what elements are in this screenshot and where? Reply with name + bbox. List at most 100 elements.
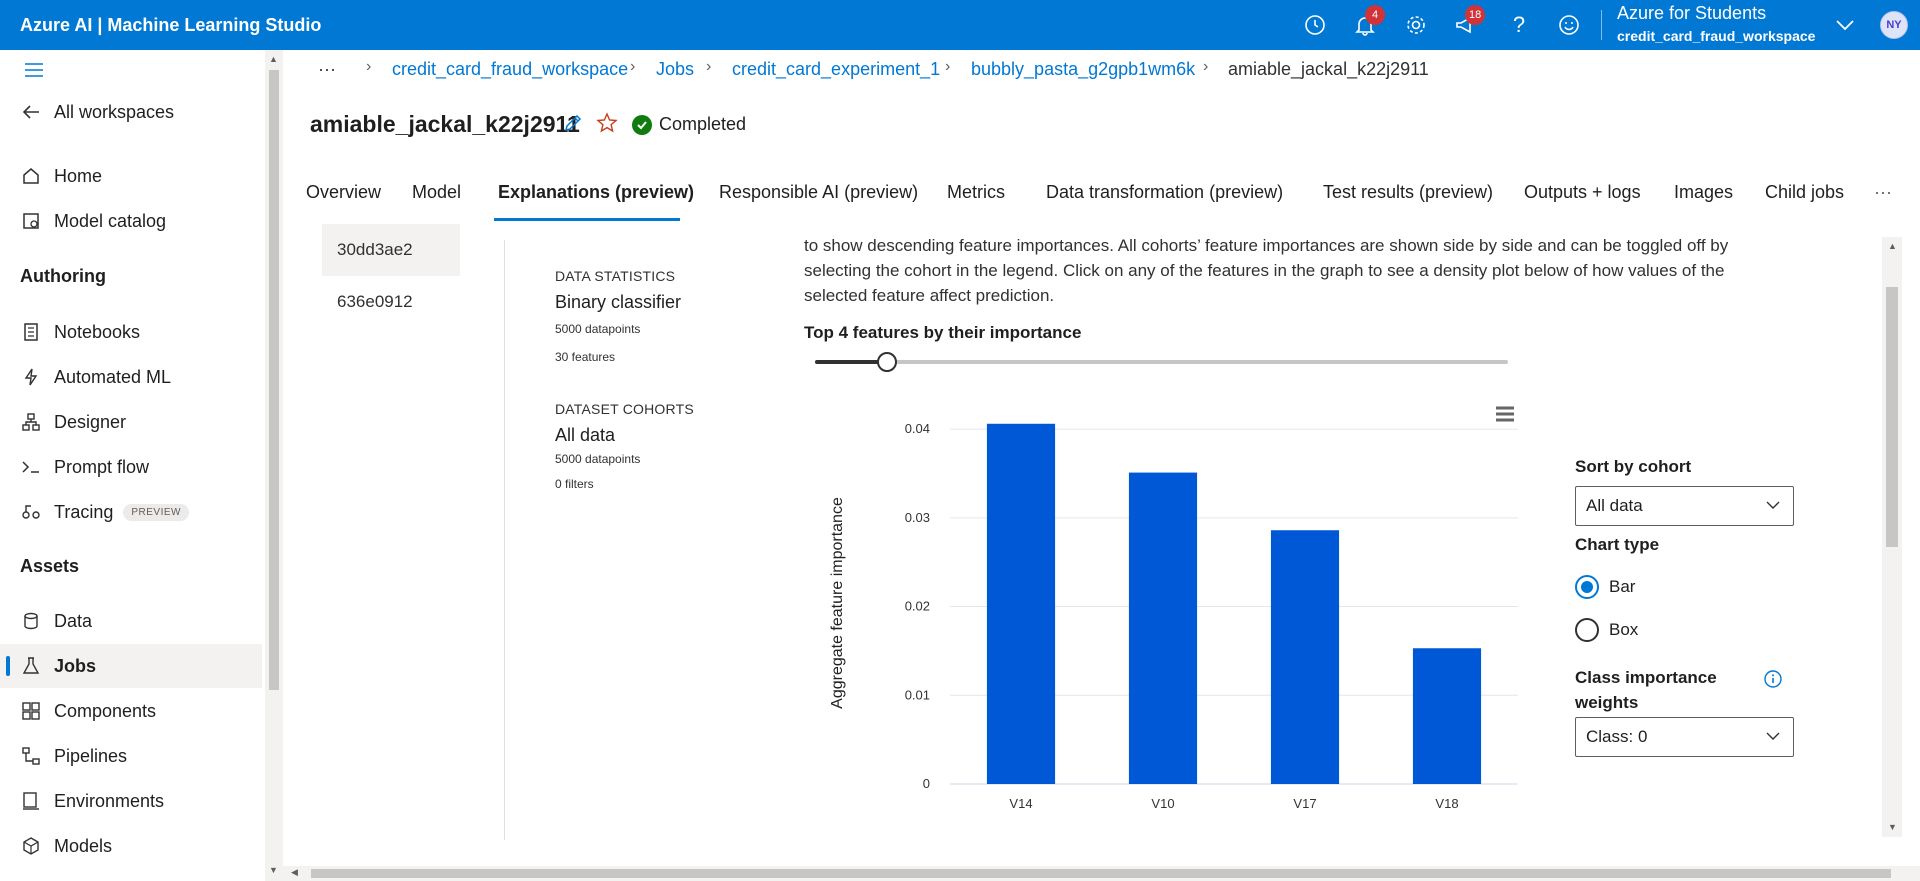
tab-overview[interactable]: Overview xyxy=(306,182,381,203)
account-workspace[interactable]: credit_card_fraud_workspace xyxy=(1617,28,1815,44)
top-features-slider[interactable] xyxy=(815,352,1508,372)
feedback-smiley-icon[interactable] xyxy=(1554,10,1584,40)
chart-type-box-radio[interactable]: Box xyxy=(1575,618,1638,642)
chart-type-bar-radio[interactable]: Bar xyxy=(1575,575,1635,599)
list-item[interactable]: 30dd3ae2 xyxy=(322,224,460,276)
sidebar-item-models[interactable]: Models xyxy=(0,824,262,868)
content-scrollbar-thumb[interactable] xyxy=(1886,287,1898,547)
sidebar-item-label: Tracing xyxy=(54,501,114,522)
announcements-button[interactable]: 18 xyxy=(1450,5,1486,40)
list-item[interactable]: 636e0912 xyxy=(322,276,460,328)
sidebar-item-pipelines[interactable]: Pipelines xyxy=(0,734,262,778)
tab-test-results[interactable]: Test results (preview) xyxy=(1323,182,1493,203)
sidebar-item-data[interactable]: Data xyxy=(0,599,262,643)
sidebar-item-notebooks[interactable]: Notebooks xyxy=(0,310,262,354)
slider-thumb[interactable] xyxy=(877,352,897,372)
tab-metrics[interactable]: Metrics xyxy=(947,182,1005,203)
preview-badge: PREVIEW xyxy=(123,503,189,521)
sidebar-item-label: Prompt flow xyxy=(54,456,150,477)
chart-menu-icon[interactable] xyxy=(1494,404,1516,424)
x-tick-label: V14 xyxy=(1009,796,1032,811)
feature-importance-chart: 0 0.01 0.02 0.03 0.04 V14 V10 V17 V18 Aggregate f… xyxy=(829,421,1518,811)
class-weights-label: weights xyxy=(1575,693,1639,712)
sidebar-scrollbar[interactable]: ▲ ▼ xyxy=(265,50,283,881)
breadcrumb-overflow[interactable]: ··· xyxy=(318,59,336,80)
horizontal-scrollbar-thumb[interactable] xyxy=(311,869,1891,878)
tab-images[interactable]: Images xyxy=(1674,182,1733,203)
classifier-type: Binary classifier xyxy=(555,292,682,312)
active-tab-indicator xyxy=(494,218,680,221)
radio-label: Box xyxy=(1609,620,1639,639)
bar-v14[interactable] xyxy=(986,423,1056,784)
scroll-up-icon[interactable]: ▲ xyxy=(269,54,278,64)
tracing-icon xyxy=(20,503,42,521)
x-tick-label: V18 xyxy=(1435,796,1458,811)
tab-data-transformation[interactable]: Data transformation (preview) xyxy=(1046,182,1283,203)
notifications-button[interactable]: 4 xyxy=(1350,5,1385,40)
sidebar-item-designer[interactable]: Designer xyxy=(0,400,262,444)
settings-icon[interactable] xyxy=(1401,10,1431,40)
radio-label: Bar xyxy=(1609,577,1636,596)
tab-explanations[interactable]: Explanations (preview) xyxy=(498,182,694,203)
sidebar-item-all-workspaces[interactable]: All workspaces xyxy=(0,90,262,134)
tab-outputs-logs[interactable]: Outputs + logs xyxy=(1524,182,1641,203)
panel-divider xyxy=(504,240,505,840)
favorite-star-icon[interactable] xyxy=(596,112,618,139)
notebook-icon xyxy=(20,323,42,341)
bar-v18[interactable] xyxy=(1412,648,1482,784)
sort-by-cohort-dropdown[interactable]: All data xyxy=(1575,486,1794,526)
sidebar-item-prompt-flow[interactable]: Prompt flow xyxy=(0,445,262,489)
x-tick-label: V10 xyxy=(1151,796,1174,811)
sidebar-item-jobs[interactable]: Jobs xyxy=(0,644,262,688)
back-arrow-icon xyxy=(20,104,42,120)
breadcrumb-parent-job[interactable]: bubbly_pasta_g2gpb1wm6k xyxy=(971,59,1195,80)
bar-v17[interactable] xyxy=(1270,530,1340,784)
scroll-left-icon[interactable]: ◀ xyxy=(291,867,298,878)
sidebar-item-label: Models xyxy=(54,835,113,856)
breadcrumb-jobs[interactable]: Jobs xyxy=(656,59,694,80)
tab-responsible-ai[interactable]: Responsible AI (preview) xyxy=(719,182,918,203)
scroll-down-icon[interactable]: ▼ xyxy=(269,865,278,875)
sidebar-item-environments[interactable]: Environments xyxy=(0,779,262,823)
status-badge: Completed xyxy=(659,114,747,134)
tab-child-jobs[interactable]: Child jobs xyxy=(1765,182,1844,203)
notifications-badge: 4 xyxy=(1365,5,1385,25)
tab-model[interactable]: Model xyxy=(412,182,461,203)
sidebar-item-model-catalog[interactable]: Model catalog xyxy=(0,199,262,243)
edit-pencil-icon[interactable] xyxy=(562,112,584,139)
class-dropdown[interactable]: Class: 0 xyxy=(1575,717,1794,757)
y-tick-label: 0.03 xyxy=(905,510,930,525)
info-icon[interactable] xyxy=(1763,669,1783,694)
scroll-down-icon[interactable]: ▼ xyxy=(1888,822,1897,832)
chevron-right-icon: › xyxy=(1203,58,1209,75)
history-icon[interactable] xyxy=(1300,10,1330,40)
scroll-up-icon[interactable]: ▲ xyxy=(1888,241,1897,251)
breadcrumb-experiment[interactable]: credit_card_experiment_1 xyxy=(732,59,940,80)
hamburger-menu-icon[interactable] xyxy=(24,62,44,83)
home-icon xyxy=(20,167,42,185)
designer-icon xyxy=(20,413,42,431)
horizontal-scrollbar[interactable]: ◀ xyxy=(283,866,1920,881)
sidebar-item-home[interactable]: Home xyxy=(0,154,262,198)
breadcrumb-workspace[interactable]: credit_card_fraud_workspace xyxy=(392,59,628,80)
bar-v10[interactable] xyxy=(1128,472,1198,784)
sidebar-item-automated-ml[interactable]: Automated ML xyxy=(0,355,262,399)
account-name[interactable]: Azure for Students xyxy=(1617,3,1766,24)
sidebar-item-components[interactable]: Components xyxy=(0,689,262,733)
chevron-right-icon: › xyxy=(706,58,712,75)
database-icon xyxy=(20,612,42,630)
content-scrollbar[interactable]: ▲ ▼ xyxy=(1882,237,1902,837)
dropdown-value: Class: 0 xyxy=(1586,727,1648,746)
y-tick-label: 0.01 xyxy=(905,687,930,702)
pipeline-icon xyxy=(20,747,42,765)
account-chevron-down-icon[interactable] xyxy=(1830,10,1860,40)
sidebar-item-tracing[interactable]: Tracing PREVIEW xyxy=(0,490,262,534)
avatar[interactable]: NY xyxy=(1880,11,1908,39)
help-icon[interactable]: ? xyxy=(1504,10,1534,40)
tabs-more-button[interactable]: ··· xyxy=(1874,182,1892,203)
sidebar-scrollbar-thumb[interactable] xyxy=(269,70,279,690)
app-title[interactable]: Azure AI | Machine Learning Studio xyxy=(20,15,321,36)
explanation-description: to show descending feature importances. … xyxy=(804,236,1729,305)
sidebar-item-label: Jobs xyxy=(54,655,97,676)
cohort-filters: 0 filters xyxy=(555,477,594,491)
